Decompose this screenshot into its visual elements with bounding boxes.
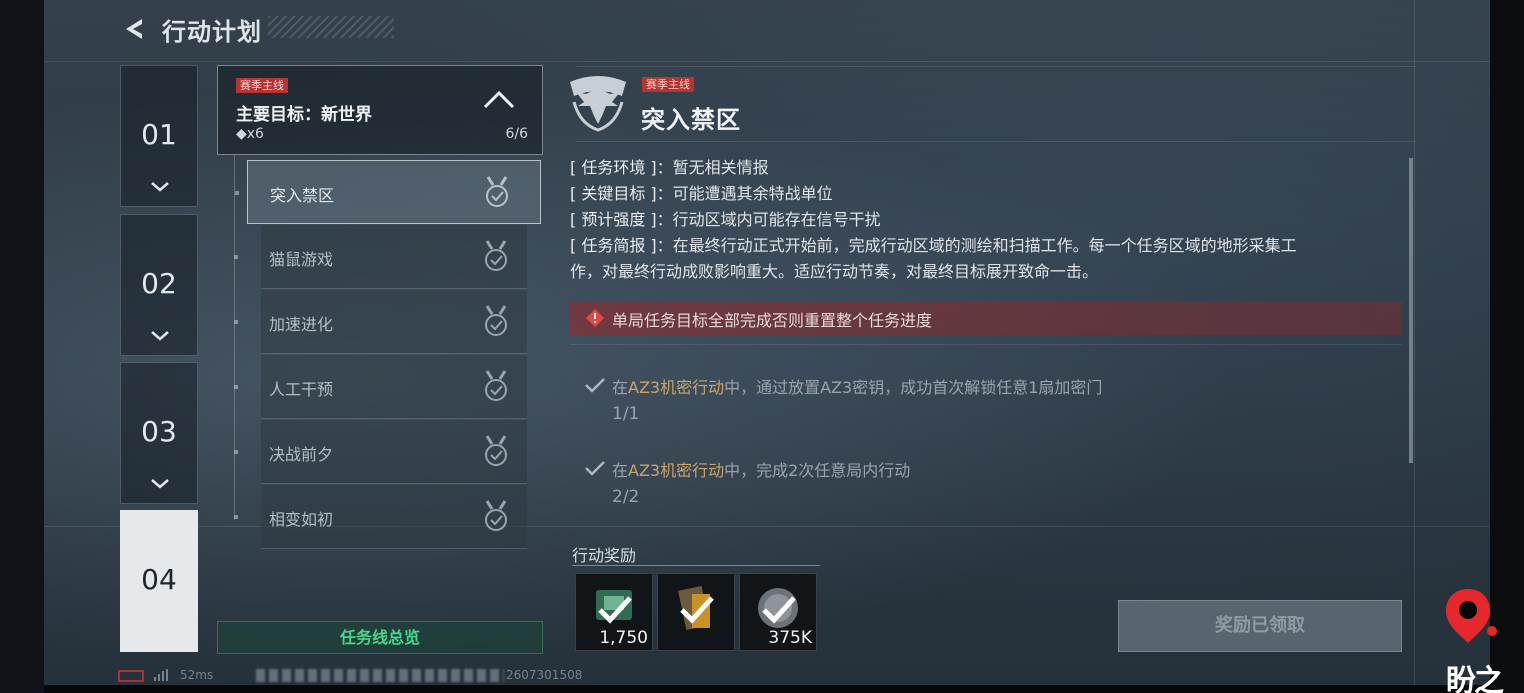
sub-mission-item-1[interactable]: 突入禁区 [235,160,541,224]
player-uid: 2607301508 [506,668,583,682]
sub-mission-label: 相变如初 [269,510,334,529]
warning-icon [586,309,604,327]
back-arrow-icon[interactable] [120,14,150,44]
mission-title: 突入禁区 [641,106,741,134]
reward-slot-3[interactable]: 375K [739,573,817,651]
tree-dot [234,255,238,259]
tree-dot [234,515,238,519]
mission-group-title: 主要目标：新世界 [236,105,372,125]
page-title: 行动计划 [162,18,262,46]
completed-medal-icon [485,500,507,531]
objective-text: 在AZ3机密行动中，完成2次任意局内行动 [612,461,911,480]
signal-icon [154,669,168,681]
chevron-down-icon [151,182,169,192]
chapter-tab-03[interactable]: 03 [120,362,198,504]
rewards-title: 行动奖励 [572,546,637,565]
season-main-tag: 赛季主线 [236,78,288,93]
rewards-divider [572,565,820,566]
reward-slot-2[interactable] [657,573,735,651]
mission-progress: 6/6 [505,126,528,142]
objective-text: 在AZ3机密行动中，通过放置AZ3密钥，成功首次解锁任意1扇加密门 [612,378,1103,397]
sub-mission-item-5[interactable]: 决战前夕 [234,420,527,484]
chapter-tab-02[interactable]: 02 [120,214,198,356]
sub-mission-label: 人工干预 [269,380,334,399]
sub-mission-label: 突入禁区 [270,186,335,205]
sub-mission-label: 决战前夕 [269,445,334,464]
season-main-tag: 赛季主线 [642,77,694,92]
watermark-logo-icon [1446,589,1497,643]
ping-label: 52ms [180,668,214,682]
info-row-environment: [ 任务环境 ]：暂无相关情报 [570,158,769,177]
chapter-number: 03 [141,415,177,448]
sub-mission-item-3[interactable]: 加速进化 [234,290,527,354]
mission-line-overview-button[interactable]: 任务线总览 [217,621,543,654]
blurred-player-name [256,669,504,682]
game-screen: 行动计划 01 02 03 04 赛季主线 主要目标：新世界 ◆x6 6/6 突… [44,0,1490,685]
reward-slot-1[interactable]: 1,750 [575,573,653,651]
objective-progress: 1/1 [612,404,640,424]
sub-mission-item-2[interactable]: 猫鼠游戏 [234,225,527,289]
chevron-down-icon [151,479,169,489]
chapter-number: 02 [141,267,177,300]
mission-count: ◆x6 [236,126,264,142]
device-bezel-left [0,0,44,693]
completed-medal-icon [485,370,507,401]
chevron-up-icon[interactable] [482,88,516,110]
detail-scrollbar[interactable] [1409,158,1413,463]
tree-dot [235,191,239,195]
warning-banner: 单局任务目标全部完成否则重置整个任务进度 [570,301,1402,335]
completed-medal-icon [485,435,507,466]
checkmark-icon [585,378,605,393]
title-decoration [268,16,394,38]
objective-progress: 2/2 [612,487,640,507]
watermark-text: 盼之 [1446,664,1504,693]
warning-text: 单局任务目标全部完成否则重置整个任务进度 [612,311,933,330]
chapter-tab-01[interactable]: 01 [120,65,198,207]
completed-medal-icon [486,176,508,207]
info-row-briefing-cont: 作，对最终行动成败影响重大。适应行动节奏，对最终目标展开致命一击。 [570,262,1099,281]
mission-info: [ 任务环境 ]：暂无相关情报 [ 关键目标 ]：可能遭遇其余特战单位 [ 预计… [570,155,1400,285]
reward-amount: 375K [768,628,812,648]
tree-connector [234,155,235,520]
sub-mission-item-6[interactable]: 相变如初 [234,485,527,549]
chapter-tab-04[interactable]: 04 [120,510,198,652]
eagle-emblem-icon [570,76,626,132]
checkmark-icon [585,461,605,476]
claim-reward-button[interactable]: 奖励已领取 [1118,600,1402,652]
checkmark-icon [680,596,714,624]
chapter-number: 01 [141,118,177,151]
chevron-down-icon [151,331,169,341]
info-row-briefing: [ 任务简报 ]：在最终行动正式开始前，完成行动区域的测绘和扫描工作。每一个任务… [570,236,1297,255]
tree-dot [234,450,238,454]
sub-mission-item-4[interactable]: 人工干预 [234,355,527,419]
checkmark-icon [598,596,632,624]
checkmark-icon [762,596,796,624]
completed-medal-icon [485,240,507,271]
sub-mission-label: 加速进化 [269,315,334,334]
battery-icon [118,670,144,682]
info-row-key-target: [ 关键目标 ]：可能遭遇其余特战单位 [570,184,833,203]
tree-dot [234,320,238,324]
reward-amount: 1,750 [599,628,648,648]
mission-group-header[interactable]: 赛季主线 主要目标：新世界 ◆x6 6/6 [217,65,543,155]
chapter-number: 04 [141,563,177,596]
sub-mission-label: 猫鼠游戏 [269,250,334,269]
info-row-intensity: [ 预计强度 ]：行动区域内可能存在信号干扰 [570,210,881,229]
tree-dot [234,385,238,389]
completed-medal-icon [485,305,507,336]
